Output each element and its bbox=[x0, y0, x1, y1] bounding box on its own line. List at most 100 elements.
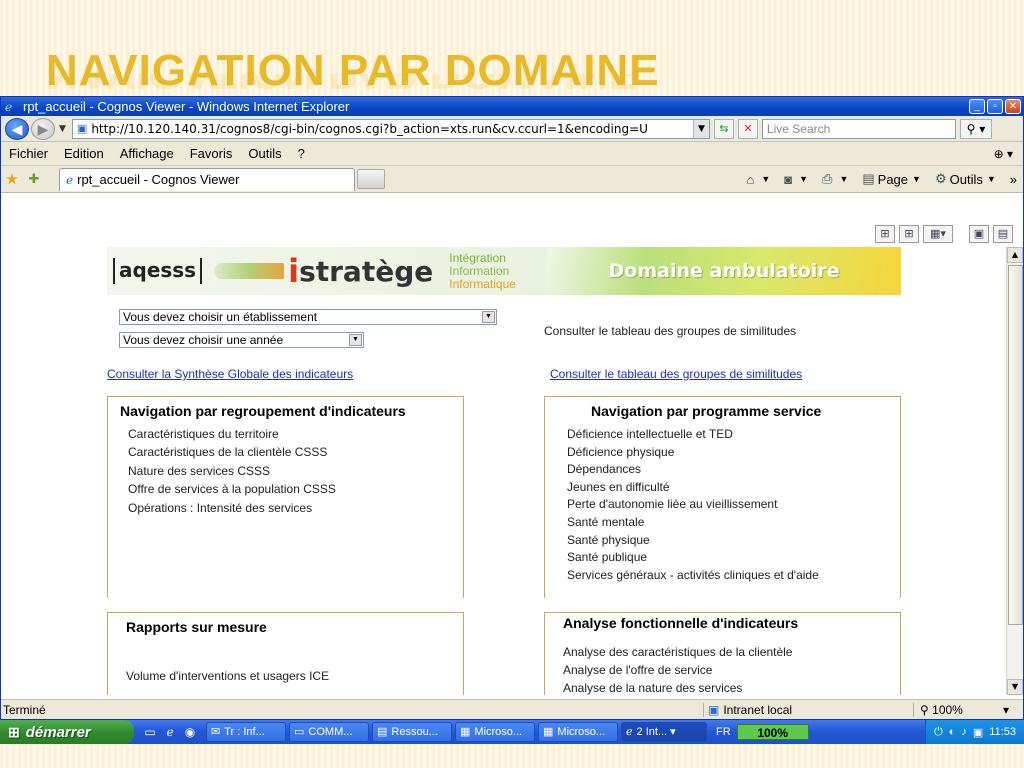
network-icon[interactable]: ◐ bbox=[949, 726, 956, 738]
stop-button[interactable]: ✕ bbox=[737, 118, 758, 139]
task-button-folder[interactable]: ▭ COMM... bbox=[289, 722, 369, 742]
chevron-down-icon[interactable]: ▼ bbox=[482, 311, 495, 323]
forward-button[interactable]: ▶ bbox=[31, 117, 55, 140]
chevron-down-icon[interactable]: ▾ bbox=[1003, 703, 1009, 717]
zoom-control[interactable]: ⚲ 100% ▾ bbox=[913, 702, 1023, 717]
language-indicator[interactable]: FR bbox=[716, 726, 731, 738]
address-input[interactable]: ▣ http://10.120.140.31/cognos8/cgi-bin/c… bbox=[71, 118, 710, 139]
feeds-button[interactable]: ◙ ▼ bbox=[784, 172, 808, 187]
list-item[interactable]: Services généraux - activités cliniques … bbox=[567, 568, 900, 586]
desktop-icon[interactable]: ▭ bbox=[142, 724, 158, 740]
task-button-excel[interactable]: ▦ Microso... bbox=[538, 722, 618, 742]
tools-menu-button[interactable]: ⚙ Outils ▼ bbox=[935, 171, 996, 187]
istratege-i: i bbox=[288, 252, 300, 290]
menu-favoris[interactable]: Favoris bbox=[182, 146, 241, 161]
intranet-icon: ▣ bbox=[708, 702, 720, 717]
list-item[interactable]: Perte d'autonomie liée au vieillissement bbox=[567, 497, 900, 515]
scroll-up-icon[interactable]: ▲ bbox=[1007, 247, 1023, 263]
custom-reports-title: Rapports sur mesure bbox=[126, 619, 267, 635]
grouping-panel: Navigation par regroupement d'indicateur… bbox=[107, 396, 464, 598]
task-button-pdf[interactable]: ▤ Ressou... bbox=[372, 722, 452, 742]
power-icon[interactable]: ⏻ bbox=[934, 726, 943, 739]
list-item[interactable]: Déficience intellectuelle et TED bbox=[567, 427, 900, 445]
tab-active[interactable]: ℯ rpt_accueil - Cognos Viewer bbox=[59, 167, 355, 191]
list-item[interactable]: Caractéristiques du territoire bbox=[128, 427, 463, 445]
address-url: http://10.120.140.31/cognos8/cgi-bin/cog… bbox=[91, 121, 648, 136]
volume-icon[interactable]: ♪ bbox=[961, 726, 967, 738]
vertical-scrollbar[interactable]: ▲ ▼ bbox=[1006, 247, 1023, 695]
page-menu-button[interactable]: ▤ Page ▼ bbox=[862, 171, 921, 187]
program-panel-title: Navigation par programme service bbox=[591, 403, 822, 419]
task-button-email[interactable]: ✉ Tr : Inf... bbox=[206, 722, 286, 742]
new-tab-button[interactable] bbox=[357, 169, 385, 189]
establishment-select[interactable]: Vous devez choisir un établissement ▼ bbox=[119, 309, 497, 325]
start-button[interactable]: ⊞ démarrer bbox=[0, 720, 134, 744]
add-to-portal-icon[interactable]: ⊞ bbox=[875, 225, 895, 243]
menu-outils[interactable]: Outils bbox=[240, 146, 289, 161]
maximize-button[interactable]: ▫ bbox=[987, 99, 1003, 114]
ie-quick-icon[interactable]: ℯ bbox=[162, 724, 178, 740]
similarity-text: Consulter le tableau des groupes de simi… bbox=[544, 324, 797, 338]
task-button-ie[interactable]: ℯ2 Int... ▾ bbox=[621, 722, 707, 742]
list-item[interactable]: Offre de services à la population CSSS bbox=[128, 482, 463, 500]
history-dropdown-icon[interactable]: ▼ bbox=[59, 124, 66, 134]
list-item[interactable]: Santé mentale bbox=[567, 515, 900, 533]
vpn-icon[interactable]: ▣ bbox=[973, 726, 983, 739]
scroll-thumb[interactable] bbox=[1008, 265, 1023, 625]
global-synthesis-link[interactable]: Consulter la Synthèse Globale des indica… bbox=[107, 367, 353, 381]
minimize-button[interactable]: _ bbox=[969, 99, 985, 114]
menu-help[interactable]: ? bbox=[290, 146, 313, 161]
list-item[interactable]: Analyse de la nature des services bbox=[563, 681, 900, 695]
search-button[interactable]: ⚲ ▾ bbox=[959, 118, 992, 139]
list-item[interactable]: Volume d'interventions et usagers ICE bbox=[126, 669, 463, 683]
back-button[interactable]: ◀ bbox=[5, 117, 29, 140]
menu-bar: Fichier Edition Affichage Favoris Outils… bbox=[1, 142, 1023, 166]
list-item[interactable]: Caractéristiques de la clientèle CSSS bbox=[128, 445, 463, 463]
task-label: COMM... bbox=[308, 726, 353, 738]
banner-logos: aqesss i stratège Intégration Informatio… bbox=[107, 247, 547, 295]
task-label: Ressou... bbox=[391, 726, 438, 738]
run-format-icon[interactable]: ▦▾ bbox=[923, 225, 953, 243]
report-view-icon[interactable]: ▤ bbox=[993, 225, 1013, 243]
menu-fichier[interactable]: Fichier bbox=[1, 146, 56, 161]
excel-icon: ▦ bbox=[543, 726, 554, 738]
task-button-powerpoint[interactable]: ▦ Microso... bbox=[455, 722, 535, 742]
scroll-down-icon[interactable]: ▼ bbox=[1007, 679, 1023, 695]
grouping-panel-title: Navigation par regroupement d'indicateur… bbox=[120, 403, 406, 419]
favorites-star-icon[interactable]: ★ bbox=[1, 170, 23, 188]
tools-menu-label: Outils bbox=[949, 171, 983, 187]
list-item[interactable]: Santé publique bbox=[567, 550, 900, 568]
year-select[interactable]: Vous devez choisir une année ▼ bbox=[119, 332, 364, 348]
chevron-more-icon[interactable]: » bbox=[1010, 172, 1017, 187]
print-button[interactable]: ⎙ ▼ bbox=[822, 171, 848, 187]
menu-edition[interactable]: Edition bbox=[56, 146, 112, 161]
add-favorite-icon[interactable]: ✚ bbox=[23, 172, 45, 187]
save-report-icon[interactable]: ▣ bbox=[969, 225, 989, 243]
clock[interactable]: 11:53 bbox=[989, 726, 1016, 738]
list-item[interactable]: Déficience physique bbox=[567, 445, 900, 463]
window-title: rpt_accueil - Cognos Viewer - Windows In… bbox=[23, 99, 350, 114]
add-bookmark-icon[interactable]: ⊞ bbox=[899, 225, 919, 243]
home-button[interactable]: ⌂ ▼ bbox=[746, 172, 770, 187]
list-item[interactable]: Dépendances bbox=[567, 462, 900, 480]
chevron-down-icon[interactable]: ▼ bbox=[349, 334, 362, 346]
address-dropdown-icon[interactable]: ▼ bbox=[692, 119, 709, 138]
list-item[interactable]: Nature des services CSSS bbox=[128, 464, 463, 482]
translate-icon[interactable]: ⊕ ▾ bbox=[994, 147, 1013, 161]
media-icon[interactable]: ◉ bbox=[182, 724, 198, 740]
zone-label: Intranet local bbox=[723, 702, 793, 717]
close-button[interactable]: ✕ bbox=[1005, 99, 1021, 114]
list-item[interactable]: Analyse des caractéristiques de la clien… bbox=[563, 645, 900, 663]
similarity-groups-link[interactable]: Consulter le tableau des groupes de simi… bbox=[550, 367, 802, 381]
list-item[interactable]: Opérations : Intensité des services bbox=[128, 501, 463, 519]
refresh-button[interactable]: ⇆ bbox=[713, 118, 734, 139]
list-item[interactable]: Analyse de l'offre de service bbox=[563, 663, 900, 681]
list-item[interactable]: Jeunes en difficulté bbox=[567, 480, 900, 498]
window-titlebar[interactable]: ℯ rpt_accueil - Cognos Viewer - Windows … bbox=[1, 97, 1023, 116]
page-menu-label: Page bbox=[877, 171, 909, 187]
list-item[interactable]: Santé physique bbox=[567, 533, 900, 551]
system-tray: ⏻ ◐ ♪ ▣ 11:53 bbox=[925, 720, 1024, 744]
status-bar: Terminé ▣ Intranet local ⚲ 100% ▾ bbox=[1, 699, 1023, 719]
search-input[interactable]: Live Search bbox=[761, 118, 956, 139]
menu-affichage[interactable]: Affichage bbox=[112, 146, 182, 161]
